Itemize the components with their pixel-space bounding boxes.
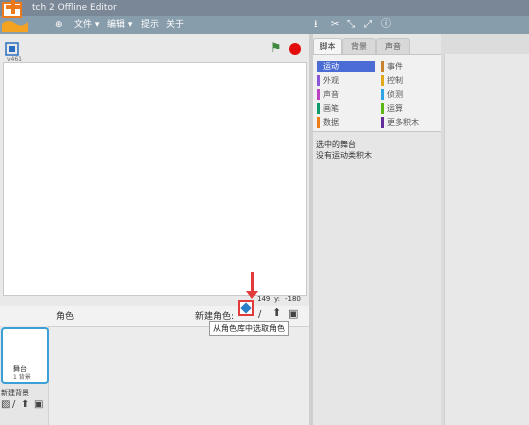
menu-edit[interactable]: 编辑 ▾ — [107, 16, 132, 34]
category-control[interactable]: 控制 — [381, 75, 431, 86]
upload-backdrop-icon[interactable]: ⬆ — [21, 399, 29, 410]
no-blocks-text: 没有运动类积木 — [316, 151, 372, 160]
paint-backdrop-icon[interactable]: / — [12, 399, 15, 410]
category-events[interactable]: 事件 — [381, 61, 431, 72]
app-logo-icon[interactable] — [0, 0, 30, 34]
script-area[interactable] — [444, 54, 529, 425]
category-data[interactable]: 数据 — [317, 117, 375, 128]
backdrop-camera-icon[interactable]: ▣ — [34, 399, 43, 410]
category-operators[interactable]: 运算 — [381, 103, 431, 114]
tab-sounds[interactable]: 声音 — [376, 38, 410, 55]
stage-canvas[interactable] — [3, 62, 307, 296]
tab-backdrops[interactable]: 背景 — [342, 38, 376, 55]
stage-thumb-count: 1 背景 — [13, 374, 31, 381]
camera-icon[interactable]: ▣ — [288, 307, 298, 320]
tab-scripts[interactable]: 脚本 — [313, 38, 342, 55]
category-sensing[interactable]: 侦测 — [381, 89, 431, 100]
category-looks[interactable]: 外观 — [317, 75, 375, 86]
title-bar: tch 2 Offline Editor — [0, 0, 529, 16]
pointer-arrow-icon — [246, 291, 258, 299]
window-title: tch 2 Offline Editor — [32, 3, 117, 13]
menu-file[interactable]: 文件 ▾ — [74, 16, 99, 34]
coord-x-value: 149 — [257, 295, 271, 303]
menu-about[interactable]: 关于 — [166, 16, 184, 34]
stop-icon[interactable] — [289, 43, 301, 55]
upload-sprite-icon[interactable]: ⬆ — [272, 306, 281, 319]
backdrop-library-icon[interactable]: ▨ — [1, 399, 10, 410]
menu-bar: ⊕ 文件 ▾ 编辑 ▾ 提示 关于 ⭳ ✂ ⤡ ⤢ ⓘ — [0, 16, 529, 34]
selected-sprite-text: 选中的舞台 — [316, 140, 356, 149]
category-sound[interactable]: 声音 — [317, 89, 375, 100]
sprites-label: 角色 — [56, 312, 75, 322]
menu-tips[interactable]: 提示 — [141, 16, 159, 34]
cut-icon[interactable]: ✂ — [331, 16, 339, 34]
shrink-icon[interactable]: ⤢ — [364, 16, 372, 34]
category-motion[interactable]: 运动 — [317, 61, 375, 72]
coord-y-value: -180 — [285, 295, 301, 303]
help-icon[interactable]: ⓘ — [381, 16, 391, 34]
sprite-library-tooltip: 从角色库中选取角色 — [209, 321, 289, 336]
globe-icon[interactable]: ⊕ — [55, 16, 63, 34]
category-more-blocks[interactable]: 更多积木 — [381, 117, 436, 128]
fullscreen-icon[interactable] — [5, 42, 19, 56]
green-flag-icon[interactable]: ⚑ — [270, 41, 282, 56]
grow-icon[interactable]: ⤡ — [347, 16, 355, 34]
stamp-icon[interactable]: ⭳ — [314, 16, 318, 34]
category-pen[interactable]: 画笔 — [317, 103, 375, 114]
new-backdrop-label: 新建背景 — [1, 389, 29, 397]
paint-sprite-icon[interactable]: / — [258, 309, 261, 320]
coord-y-label: y: — [274, 295, 280, 303]
